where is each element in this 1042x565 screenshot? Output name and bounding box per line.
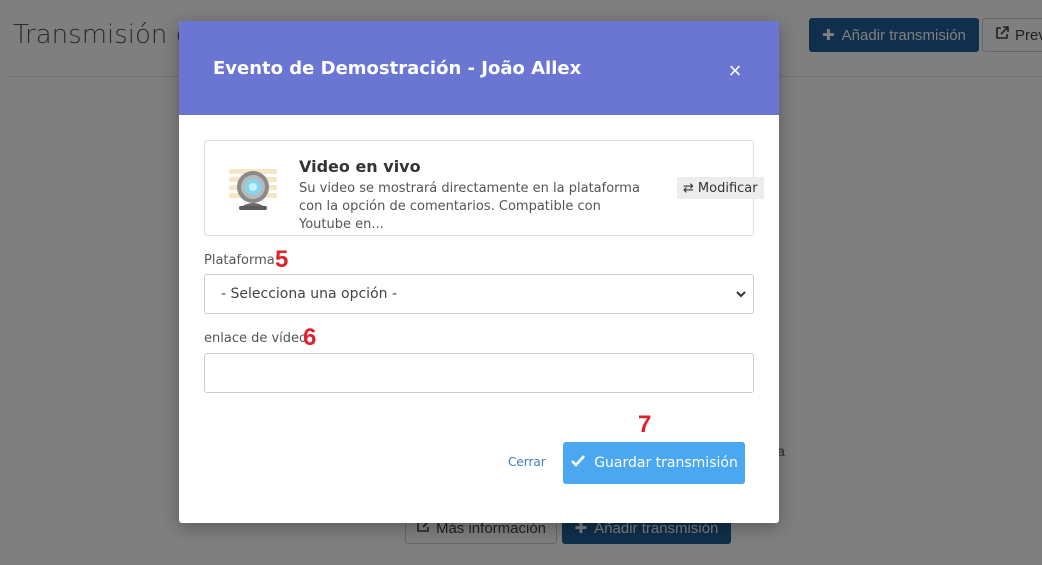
step-marker-6: 6 [303,324,317,351]
video-link-input[interactable] [204,353,754,393]
step-marker-7: 7 [638,411,652,438]
modify-button[interactable]: ⇄ Modificar [677,177,764,199]
platform-label: Plataforma [204,253,275,268]
video-link-label: enlace de vídeo [204,331,307,346]
card-description: Su video se mostrará directamente en la … [299,181,640,232]
save-transmission-label: Guardar transmisión [594,455,738,471]
webcam-icon [227,163,279,213]
cancel-button[interactable]: Cerrar [508,455,546,469]
check-icon [570,454,586,472]
save-transmission-button[interactable]: Guardar transmisión [563,442,745,484]
transmission-modal: Evento de Demostración - João Allex × Vi… [179,21,779,523]
transmission-type-card: Video en vivo Su video se mostrará direc… [204,140,764,236]
chevron-down-icon [735,288,747,300]
close-icon[interactable]: × [725,60,745,82]
step-marker-5: 5 [275,246,289,273]
modify-label: Modificar [697,180,758,196]
swap-icon: ⇄ [683,180,694,196]
modal-header: Evento de Demostración - João Allex × [179,21,779,115]
card-title: Video en vivo [299,157,421,176]
platform-select[interactable]: - Selecciona una opción - [204,274,754,314]
modal-title: Evento de Demostración - João Allex [213,58,582,79]
platform-select-value: - Selecciona una opción - [221,286,398,302]
